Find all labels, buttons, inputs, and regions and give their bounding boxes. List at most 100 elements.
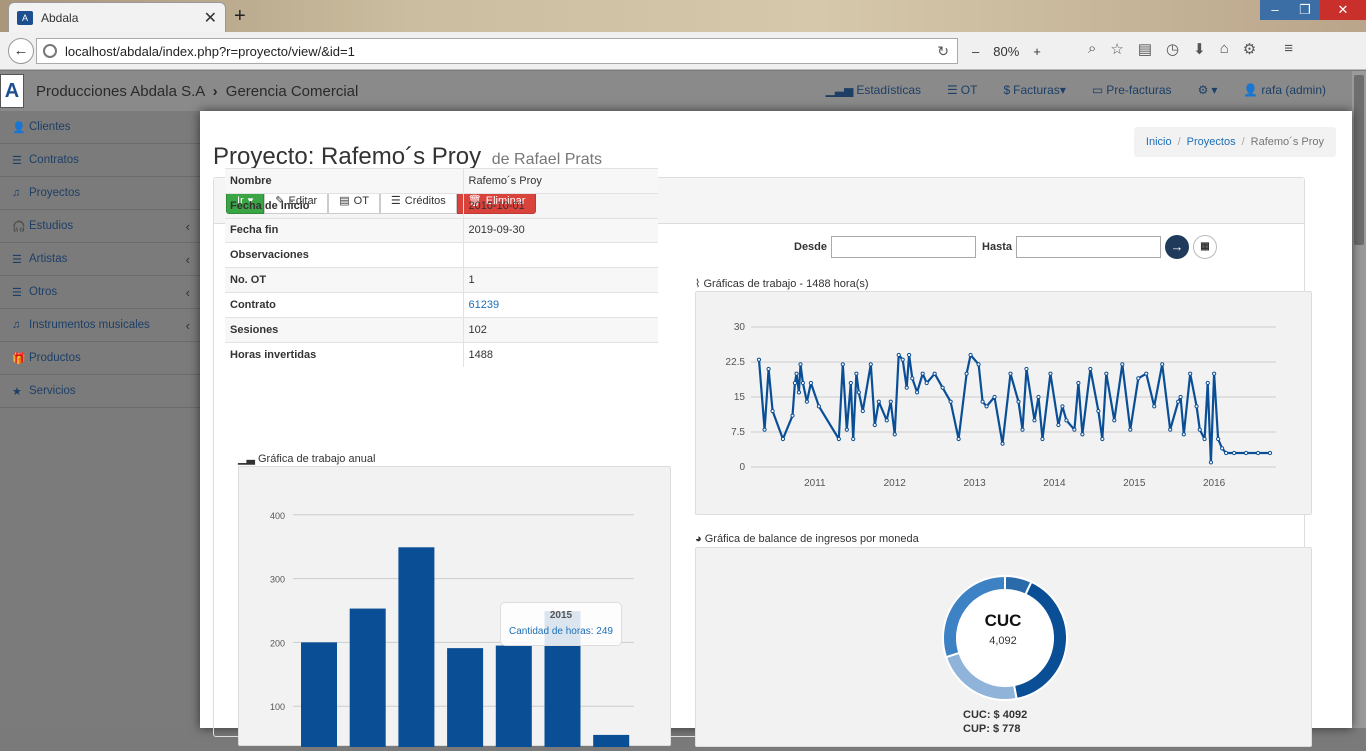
- data-point: [1243, 450, 1249, 456]
- data-point: [1024, 366, 1029, 372]
- nav-facturas[interactable]: $ Facturas▾: [1003, 83, 1065, 97]
- home-icon[interactable]: ⌂: [1220, 40, 1229, 58]
- data-point: [836, 436, 841, 442]
- sidebar-item-clientes[interactable]: 👤 Clientes: [0, 111, 200, 144]
- data-point: [796, 390, 802, 395]
- heading-text: Gráficas de trabajo - 1488 hora(s): [703, 278, 869, 290]
- apply-filter-arrow-icon[interactable]: →: [1165, 235, 1189, 259]
- download-icon[interactable]: ⬇: [1193, 40, 1206, 58]
- brand-name[interactable]: Producciones Abdala S.A: [36, 83, 204, 100]
- sidebar-item-otros[interactable]: ☰ Otros ‹: [0, 276, 200, 309]
- sidebar-item-estudios[interactable]: 🎧 Estudios ‹: [0, 210, 200, 243]
- nav-ot[interactable]: ☰ OT: [947, 83, 977, 97]
- calendar-icon[interactable]: ▦: [1193, 235, 1217, 259]
- tab-favicon-icon: A: [17, 10, 33, 25]
- detail-value: [463, 242, 658, 268]
- nav-settings[interactable]: ⚙ ▾: [1198, 83, 1218, 97]
- work-chart-heading: ⌇ Gráficas de trabajo - 1488 hora(s): [695, 277, 869, 290]
- breadcrumb: Inicio / Proyectos / Rafemo´s Proy: [1133, 127, 1336, 157]
- sidebar-item-servicios[interactable]: ★ Servicios: [0, 375, 200, 408]
- data-point: [932, 371, 937, 376]
- detail-value: 1488: [463, 341, 658, 367]
- data-point: [924, 380, 929, 386]
- detail-row: Horas invertidas 1488: [225, 341, 658, 367]
- bar: [593, 734, 630, 751]
- scrollbar-thumb[interactable]: [1354, 75, 1364, 245]
- back-arrow-icon[interactable]: ←: [8, 37, 34, 64]
- data-point: [884, 418, 889, 423]
- sidebar-item-proyectos[interactable]: ♫ Proyectos: [0, 177, 200, 210]
- app-logo[interactable]: A: [0, 74, 24, 108]
- zoom-out-icon[interactable]: –: [972, 44, 979, 59]
- sidebar-item-productos[interactable]: 🎁 Productos: [0, 342, 200, 375]
- data-point: [851, 436, 856, 442]
- address-bar[interactable]: localhost/abdala/index.php?r=proyecto/vi…: [36, 38, 958, 64]
- nav-user[interactable]: 👤 rafa (admin): [1243, 83, 1326, 97]
- tooltip-title: 2015: [549, 610, 573, 621]
- data-point: [907, 352, 912, 358]
- reading-list-icon[interactable]: ▤: [1138, 40, 1152, 58]
- x-tick-label: 2012: [884, 478, 907, 489]
- breadcrumb-projects[interactable]: Proyectos: [1187, 136, 1236, 148]
- data-point: [1136, 376, 1141, 381]
- sidebar-item-instrumentos[interactable]: ♫ Instrumentos musicales ‹: [0, 309, 200, 342]
- data-point: [1056, 422, 1061, 428]
- bookmark-star-icon[interactable]: ☆: [1110, 40, 1123, 58]
- reload-icon[interactable]: ↻: [937, 43, 949, 60]
- minimize-icon[interactable]: –: [1260, 0, 1290, 20]
- url-text: localhost/abdala/index.php?r=proyecto/vi…: [65, 43, 355, 59]
- contract-link[interactable]: 61239: [469, 299, 500, 311]
- search-icon[interactable]: ⌕: [1088, 40, 1096, 58]
- data-point: [1168, 427, 1173, 432]
- window-controls: – ❐ ✕: [1260, 0, 1366, 20]
- sidebar-item-artistas[interactable]: ☰ Artistas ‹: [0, 243, 200, 276]
- heading-text: Gráfica de trabajo anual: [257, 453, 376, 465]
- user-icon: 👤: [1243, 83, 1259, 97]
- donut-currency: CUC: [984, 611, 1022, 630]
- page-subtitle: de Rafael Prats: [491, 151, 603, 168]
- chevron-left-icon: ‹: [185, 218, 190, 234]
- data-point: [872, 422, 877, 428]
- sidebar-item-label: Instrumentos musicales: [29, 319, 150, 331]
- data-point: [956, 436, 961, 442]
- y-tick-label: 200: [270, 638, 285, 648]
- history-icon[interactable]: ◷: [1166, 40, 1179, 58]
- data-point: [1197, 427, 1202, 432]
- menu-hamburger-icon[interactable]: ≡: [1284, 40, 1293, 58]
- star-icon: ★: [12, 385, 22, 398]
- data-point: [948, 399, 953, 404]
- data-point: [904, 385, 909, 390]
- data-point: [1255, 450, 1261, 456]
- browser-toolbar: ⌕ ☆ ▤ ◷ ⬇ ⌂ ⚙ ≡: [1088, 40, 1293, 58]
- list-icon: ☰: [12, 253, 22, 266]
- data-point: [892, 432, 897, 437]
- window-close-icon[interactable]: ✕: [1320, 0, 1366, 20]
- data-point: [1231, 450, 1237, 456]
- to-date-input[interactable]: [1016, 236, 1161, 258]
- from-date-input[interactable]: [831, 236, 977, 258]
- data-point: [800, 380, 806, 386]
- restore-icon[interactable]: ❐: [1290, 0, 1320, 20]
- data-point: [1060, 404, 1065, 409]
- settings-gear-icon[interactable]: ⚙: [1243, 40, 1256, 58]
- nav-prefacturas[interactable]: ▭ Pre-facturas: [1092, 83, 1172, 97]
- heading-text: Gráfica de balance de ingresos por moned…: [704, 533, 919, 545]
- data-point: [848, 380, 853, 386]
- data-point: [792, 380, 798, 386]
- data-point: [854, 371, 859, 376]
- to-label: Hasta: [982, 241, 1012, 253]
- new-tab-icon[interactable]: +: [234, 5, 246, 28]
- tab-close-icon[interactable]: ✕: [204, 8, 217, 28]
- caret-down-icon: ▾: [1211, 83, 1218, 97]
- sidebar-item-contratos[interactable]: ☰ Contratos: [0, 144, 200, 177]
- zoom-level[interactable]: 80%: [993, 44, 1019, 59]
- data-point: [1152, 404, 1157, 409]
- zoom-in-icon[interactable]: +: [1033, 44, 1041, 59]
- browser-tab[interactable]: A Abdala ✕: [8, 2, 226, 32]
- nav-label: OT: [960, 83, 978, 97]
- detail-row: Sesiones 102: [225, 316, 658, 343]
- breadcrumb-home[interactable]: Inicio: [1146, 136, 1172, 148]
- nav-estadisticas[interactable]: ▁▃▅ Estadísticas: [826, 83, 921, 97]
- data-point: [1160, 362, 1165, 367]
- page-scrollbar[interactable]: [1352, 71, 1366, 728]
